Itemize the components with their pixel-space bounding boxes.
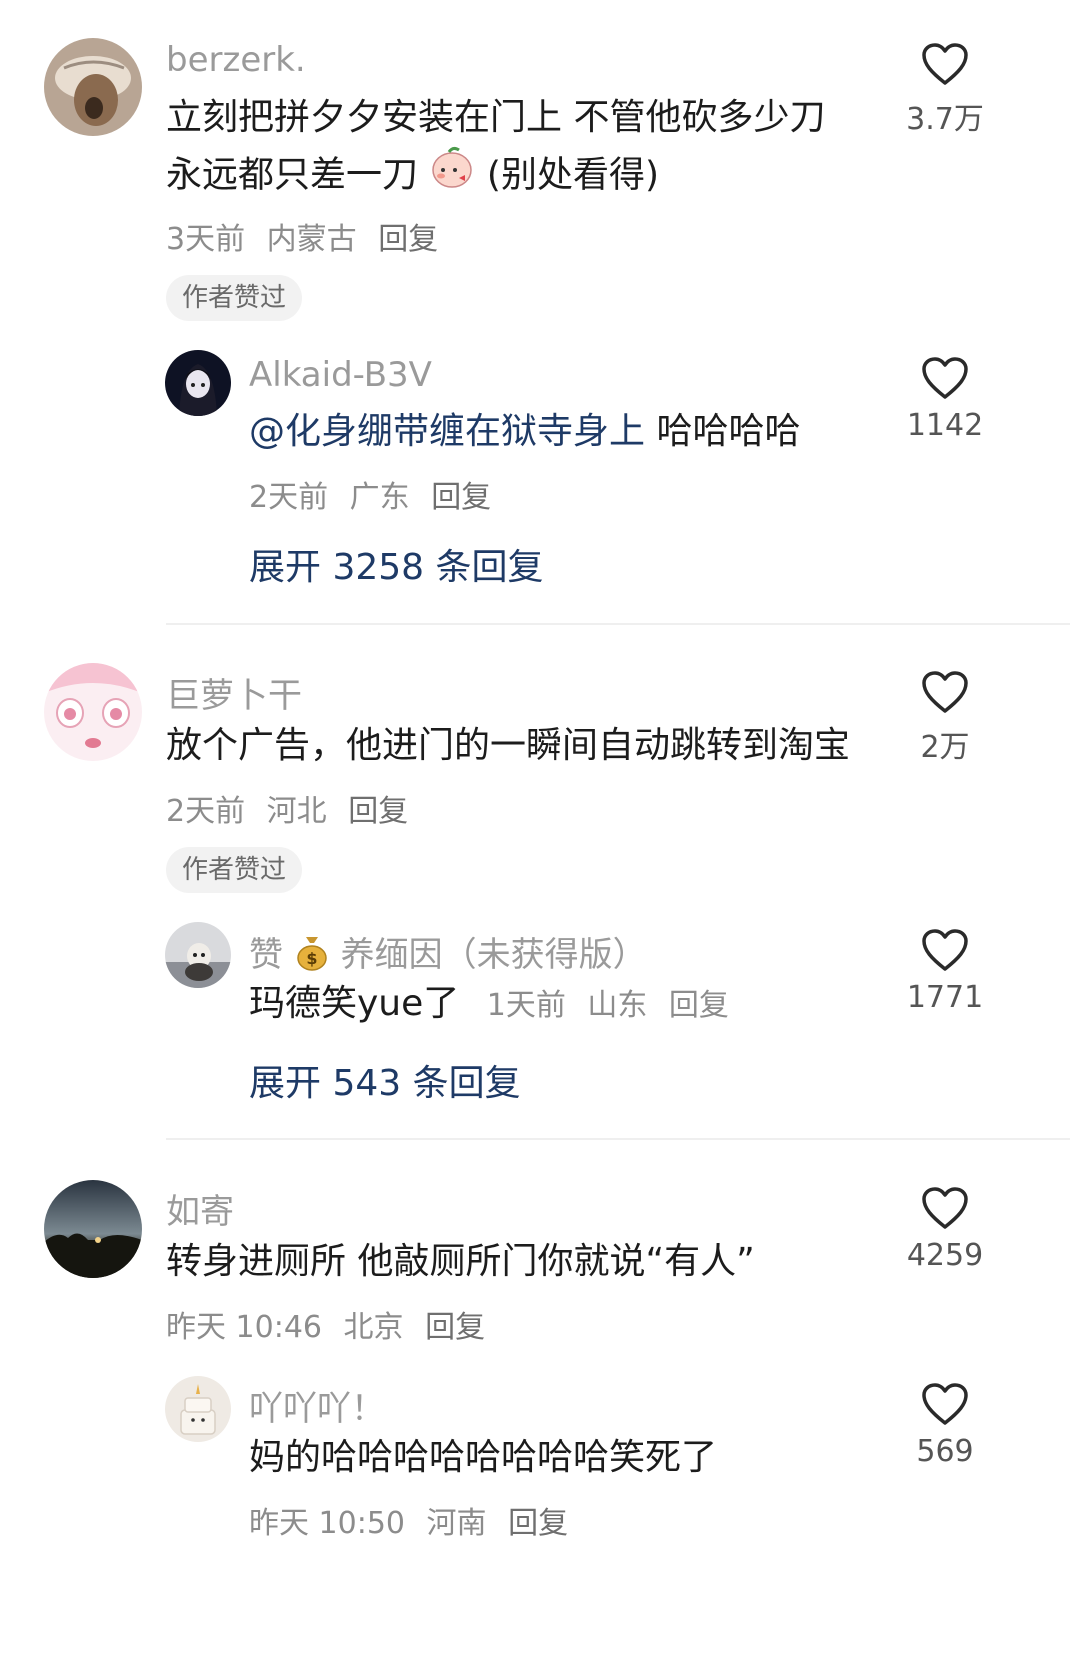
mention-link[interactable]: @化身绷带缠在狱寺身上 [249, 411, 645, 452]
comment-location: 内蒙古 [266, 222, 357, 257]
avatar[interactable] [44, 1180, 142, 1278]
like-count: 569 [916, 1434, 974, 1469]
comment-text-line-2a: 永远都只差一刀 [166, 154, 419, 196]
reply-text: 妈的哈哈哈哈哈哈哈哈笑死了 [249, 1437, 718, 1478]
comment-text: 立刻把拼夕夕安装在门上 不管他砍多少刀 [166, 88, 825, 148]
reply-meta: 1天前 山东 回复 [487, 988, 729, 1023]
reply-username[interactable]: Alkaid-B3V [249, 355, 432, 395]
expand-replies-button[interactable]: 展开 543 条回复 [249, 1054, 521, 1106]
like-button[interactable]: 3.7万 [895, 42, 995, 138]
reply-button[interactable]: 回复 [425, 1310, 485, 1345]
username[interactable]: 如寄 [166, 1184, 234, 1233]
svg-text:$: $ [306, 949, 317, 968]
reply-text: 玛德笑yue了 1天前 山东 回复 [249, 974, 729, 1036]
comment-text: 转身进厕所 他敲厕所门你就说“有人” [166, 1241, 755, 1282]
comment-location: 河北 [266, 794, 327, 829]
heart-icon[interactable] [921, 42, 969, 86]
divider [166, 1138, 1070, 1140]
heart-icon[interactable] [921, 670, 969, 714]
reply-username-main: 养缅因（未获得版） [340, 935, 647, 975]
like-button[interactable]: 1771 [895, 928, 995, 1015]
reply-username[interactable]: 赞 $ 养缅因（未获得版） [249, 927, 647, 980]
like-button[interactable]: 1142 [895, 356, 995, 443]
comment-meta: 昨天 10:46 北京 回复 [166, 1302, 485, 1346]
comment-time: 2天前 [166, 794, 246, 829]
reply-avatar[interactable] [165, 350, 231, 416]
reply-username[interactable]: 吖吖吖！ [249, 1381, 385, 1430]
reply-button[interactable]: 回复 [431, 480, 491, 515]
comment-text: 永远都只差一刀 (别处看得) [166, 144, 659, 209]
reply-time: 昨天 10:50 [249, 1506, 405, 1541]
username[interactable]: 巨萝卜干 [166, 668, 302, 717]
reply-text: @化身绷带缠在狱寺身上 哈哈哈哈 [249, 402, 800, 462]
reply-button[interactable]: 回复 [348, 794, 408, 829]
like-count: 1771 [906, 980, 984, 1015]
like-button[interactable]: 2万 [895, 670, 995, 766]
reply-text-body: 哈哈哈哈 [645, 411, 801, 452]
reply-meta: 昨天 10:50 河南 回复 [249, 1498, 568, 1542]
username[interactable]: berzerk. [166, 40, 306, 80]
heart-icon[interactable] [921, 928, 969, 972]
comment-text-line-1: 立刻把拼夕夕安装在门上 不管他砍多少刀 [166, 97, 826, 138]
reply-button[interactable]: 回复 [669, 988, 729, 1023]
reply-avatar[interactable] [165, 1376, 231, 1442]
reply-button[interactable]: 回复 [378, 222, 438, 257]
like-count: 1142 [906, 408, 984, 443]
comment-location: 北京 [343, 1310, 404, 1345]
comment-time: 昨天 10:46 [166, 1310, 322, 1345]
comment-meta: 3天前 内蒙古 回复 [166, 214, 438, 258]
blushing-peach-emoji-icon [429, 144, 475, 209]
like-count: 3.7万 [906, 102, 984, 137]
comment-meta: 2天前 河北 回复 [166, 786, 408, 830]
heart-icon[interactable] [921, 1382, 969, 1426]
reply-username-prefix: 赞 [249, 935, 283, 975]
like-count: 4259 [906, 1238, 984, 1273]
reply-meta: 2天前 广东 回复 [249, 472, 491, 516]
reply-avatar[interactable] [165, 922, 231, 988]
reply-location: 河南 [426, 1506, 487, 1541]
avatar[interactable] [44, 663, 142, 761]
divider [166, 623, 1070, 625]
author-liked-badge: 作者赞过 [166, 847, 303, 893]
like-button[interactable]: 4259 [895, 1186, 995, 1273]
avatar[interactable] [44, 38, 142, 136]
comment-time: 3天前 [166, 222, 246, 257]
heart-icon[interactable] [921, 356, 969, 400]
reply-text-body: 玛德笑yue了 [249, 983, 460, 1024]
reply-button[interactable]: 回复 [508, 1506, 568, 1541]
reply-time: 1天前 [486, 988, 566, 1023]
reply-time: 2天前 [249, 480, 329, 515]
reply-location: 山东 [587, 988, 648, 1023]
author-liked-badge: 作者赞过 [166, 275, 303, 321]
comment-text-line-2b: (别处看得) [486, 154, 660, 196]
like-count: 2万 [920, 730, 970, 765]
heart-icon[interactable] [921, 1186, 969, 1230]
expand-replies-button[interactable]: 展开 3258 条回复 [249, 538, 544, 590]
reply-location: 广东 [349, 480, 410, 515]
like-button[interactable]: 569 [895, 1382, 995, 1469]
money-bag-icon: $ [294, 933, 330, 980]
comment-text: 放个广告，他进门的一瞬间自动跳转到淘宝 [166, 725, 851, 766]
